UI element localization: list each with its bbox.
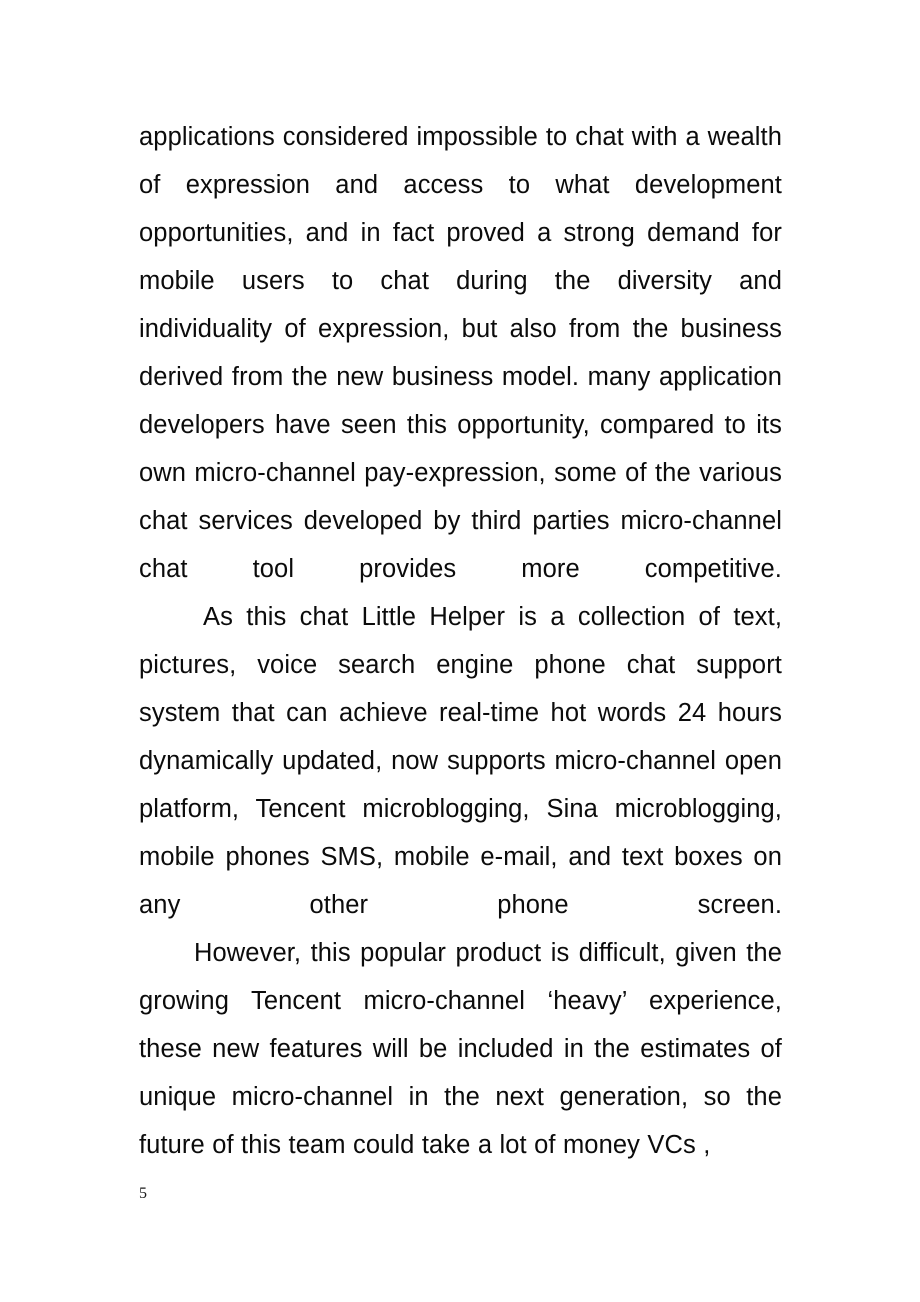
paragraph-continuation: applications considered impossible to ch…: [139, 123, 782, 583]
page-number: 5: [139, 1185, 147, 1202]
document-page: applications considered impossible to ch…: [0, 0, 920, 1302]
paragraph-chat-little-helper: As this chat Little Helper is a collecti…: [139, 603, 782, 919]
paragraph-however: However, this popular product is difficu…: [139, 939, 782, 1159]
body-text-column: applications considered impossible to ch…: [139, 113, 782, 1169]
